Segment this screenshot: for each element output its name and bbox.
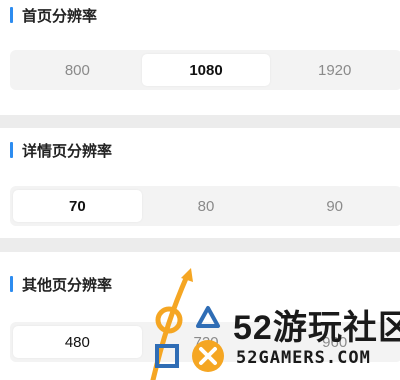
section-title-text: 首页分辨率 [22, 7, 98, 25]
option-800[interactable]: 800 [13, 54, 142, 86]
homepage-resolution-section: 首页分辨率 800 1080 1920 [0, 0, 400, 115]
title-accent-bar [10, 142, 13, 158]
title-accent-bar [10, 7, 13, 23]
watermark-brand-text: 52游玩社区 [233, 309, 400, 347]
section-title-text: 其他页分辨率 [22, 276, 113, 294]
section-title-text: 详情页分辨率 [22, 142, 113, 160]
option-80[interactable]: 80 [142, 190, 271, 222]
option-90[interactable]: 90 [270, 190, 399, 222]
detail-page-resolution-section: 详情页分辨率 70 80 90 [0, 128, 400, 238]
section-title: 首页分辨率 [10, 4, 97, 26]
resolution-segmented-control: 800 1080 1920 [10, 50, 400, 90]
section-title: 详情页分辨率 [10, 139, 112, 161]
option-1080[interactable]: 1080 [141, 54, 271, 86]
title-accent-bar [10, 276, 13, 292]
option-480[interactable]: 480 [13, 326, 142, 358]
resolution-segmented-control: 70 80 90 [10, 186, 400, 226]
option-1920[interactable]: 1920 [270, 54, 399, 86]
option-70[interactable]: 70 [13, 190, 142, 222]
section-title: 其他页分辨率 [10, 273, 112, 295]
watermark-site-text: 52GAMERS.COM [236, 348, 371, 368]
